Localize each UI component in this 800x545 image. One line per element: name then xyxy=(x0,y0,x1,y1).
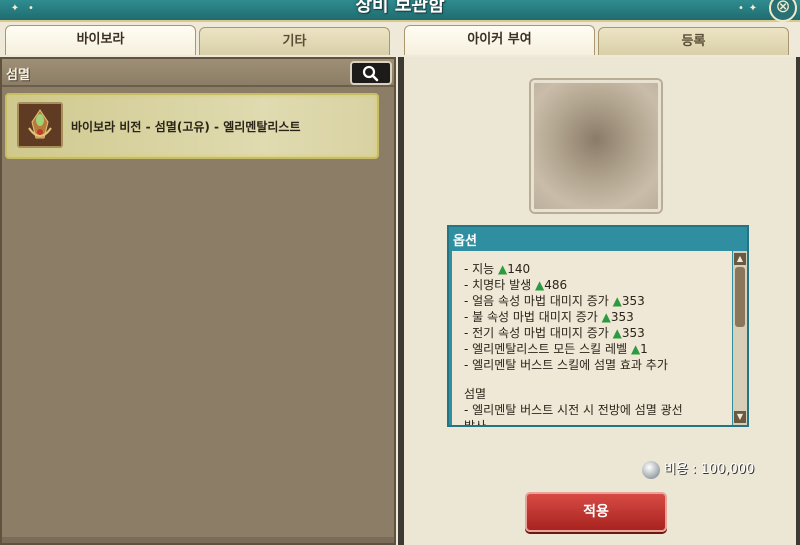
stat-up-icon: ▲ xyxy=(498,262,508,276)
stat-up-icon: ▲ xyxy=(630,342,641,356)
list-item[interactable]: 바이보라 비전 - 섬멸(고유) - 엘리멘탈리스트 xyxy=(5,93,379,159)
window-title: 장비 보관함 xyxy=(355,0,445,16)
search-button[interactable] xyxy=(350,61,392,85)
magnifier-icon xyxy=(362,65,379,82)
scroll-up-icon[interactable]: ▲ xyxy=(734,253,746,265)
title-bar: ✦ • 장비 보관함 • ✦ ⊗ xyxy=(0,0,800,22)
option-value: 353 xyxy=(621,294,645,308)
option-line: - 치명타 발생 ▲486 xyxy=(464,277,732,293)
option-section-line: - 엘리멘탈 버스트 시전 시 전방에 섬멸 광선 xyxy=(464,403,683,417)
tab-register-label: 등록 xyxy=(681,34,706,49)
stat-up-icon: ▲ xyxy=(601,310,611,324)
option-text: - 엘리멘탈리스트 모든 스킬 레벨 xyxy=(464,342,631,356)
item-name: 바이보라 비전 - 섬멸(고유) - 엘리멘탈리스트 xyxy=(71,120,301,134)
option-text: - 치명타 발생 xyxy=(464,278,535,292)
stat-up-icon: ▲ xyxy=(534,278,545,292)
item-preview-slot[interactable] xyxy=(531,80,661,212)
tab-register[interactable]: 등록 xyxy=(598,27,789,55)
close-icon: ⊗ xyxy=(775,0,791,17)
apply-button[interactable]: 적용 xyxy=(525,492,667,532)
search-bar: 섬멸 xyxy=(2,59,394,87)
option-section-line: 발사 xyxy=(464,418,732,425)
option-text: - 지능 xyxy=(464,262,499,276)
option-text: - 전기 속성 마법 대미지 증가 xyxy=(464,326,613,340)
tab-icor-grant-label: 아이커 부여 xyxy=(467,32,532,47)
option-line: - 전기 속성 마법 대미지 증가 ▲353 xyxy=(464,325,732,341)
tab-vaivora[interactable]: 바이보라 xyxy=(5,25,196,55)
emblem-icon xyxy=(19,104,61,146)
cost-display: 비용 : 100,000 xyxy=(642,458,755,479)
scroll-down-icon[interactable]: ▼ xyxy=(734,411,746,423)
option-line: - 얼음 속성 마법 대미지 증가 ▲353 xyxy=(464,293,732,309)
stat-up-icon: ▲ xyxy=(612,326,622,340)
close-button[interactable]: ⊗ xyxy=(769,0,797,22)
tab-etc[interactable]: 기타 xyxy=(199,27,390,55)
stat-up-icon: ▲ xyxy=(612,294,622,308)
option-value: 140 xyxy=(507,262,531,276)
item-icon xyxy=(17,102,63,148)
tab-vaivora-label: 바이보라 xyxy=(76,32,125,47)
option-line: - 불 속성 마법 대미지 증가 ▲353 xyxy=(464,309,732,325)
apply-button-label: 적용 xyxy=(583,504,609,520)
cost-label: 비용 : 100,000 xyxy=(664,462,755,477)
option-text: - 얼음 속성 마법 대미지 증가 xyxy=(464,294,613,308)
tab-icor-grant[interactable]: 아이커 부여 xyxy=(404,25,595,55)
options-scrollbar[interactable]: ▲ ▼ xyxy=(733,251,747,425)
option-line: - 엘리멘탈리스트 모든 스킬 레벨 ▲1 xyxy=(464,341,732,357)
options-header: 옵션 xyxy=(453,234,477,249)
list-footer xyxy=(2,537,394,543)
option-line: - 지능 ▲140 xyxy=(464,261,732,277)
option-value: 1 xyxy=(640,342,648,356)
options-box: 옵션 - 지능 ▲140 - 치명타 발생 ▲486 - 얼음 속성 마법 대미… xyxy=(447,225,749,427)
option-value: 353 xyxy=(621,326,645,340)
search-input[interactable]: 섬멸 xyxy=(6,64,30,83)
option-value: 486 xyxy=(544,278,568,292)
item-list-panel: 섬멸 바이보라 비전 - 섬멸(고유) - 엘리멘탈리스트 xyxy=(0,57,396,545)
option-section-title: 섬멸 xyxy=(464,387,487,401)
scroll-thumb[interactable] xyxy=(735,267,745,327)
tab-etc-label: 기타 xyxy=(282,34,307,49)
option-line: - 엘리멘탈 버스트 스킬에 섬멸 효과 추가 xyxy=(464,357,732,373)
coin-icon xyxy=(642,460,660,479)
option-value: 353 xyxy=(610,310,634,324)
options-list: - 지능 ▲140 - 치명타 발생 ▲486 - 얼음 속성 마법 대미지 증… xyxy=(452,251,732,425)
option-text: - 불 속성 마법 대미지 증가 xyxy=(464,310,602,324)
option-spacer xyxy=(464,373,732,386)
ornament-right-icon: ✦ xyxy=(748,3,758,14)
storage-window: ✦ • 장비 보관함 • ✦ ⊗ 바이보라 기타 아이커 부여 등록 섬멸 바이… xyxy=(0,0,800,545)
option-text: - 엘리멘탈 버스트 스킬에 섬멸 효과 추가 xyxy=(464,358,668,372)
